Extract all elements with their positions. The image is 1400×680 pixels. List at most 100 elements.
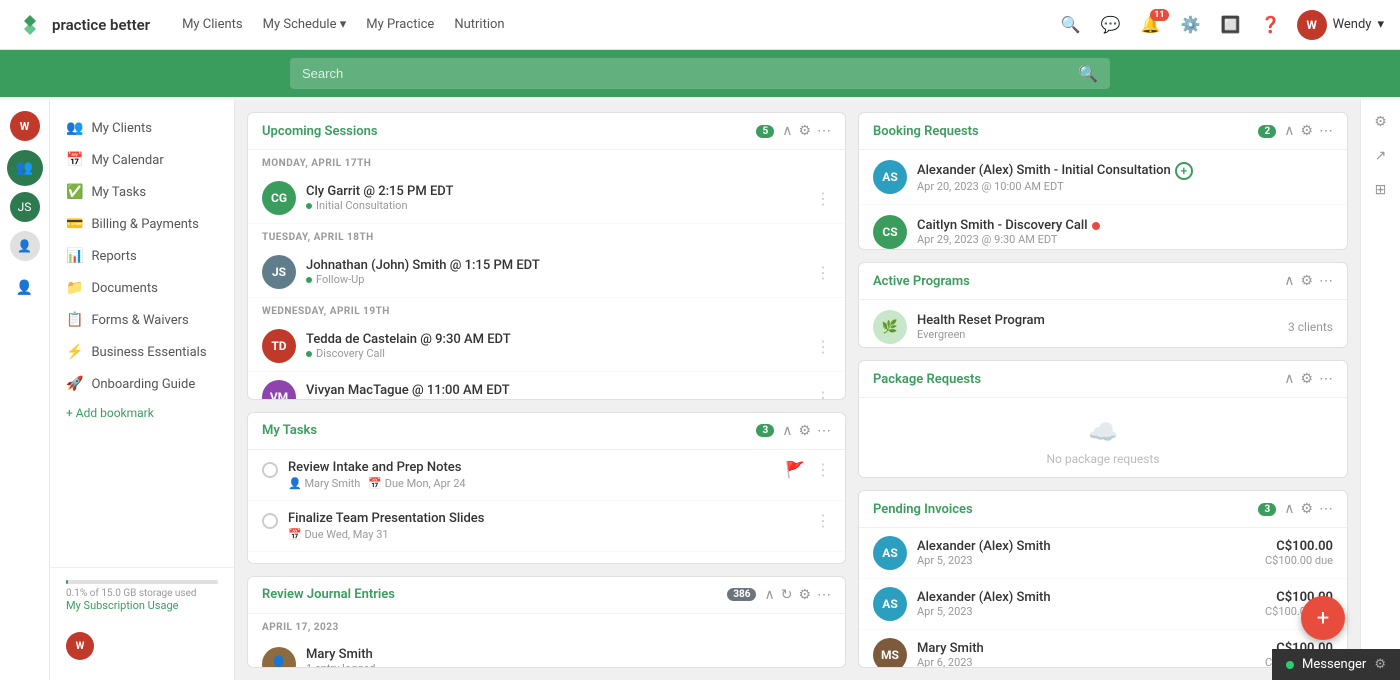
sidebar-item-my-tasks[interactable]: ✅ My Tasks <box>50 176 234 208</box>
task-flag-1[interactable]: 🚩 <box>785 460 805 479</box>
program-sub: Evergreen <box>917 328 1278 341</box>
booking-requests-count: 2 <box>1258 125 1276 138</box>
booking-info-as: Alexander (Alex) Smith - Initial Consult… <box>917 162 1333 193</box>
collapse-icon[interactable]: ∧ <box>782 123 792 139</box>
journal-count: 386 <box>727 588 756 601</box>
strip-calendar-icon[interactable]: JS <box>10 192 40 222</box>
invoice-1: AS Alexander (Alex) Smith Apr 5, 2023 C$… <box>859 528 1347 579</box>
right-share-icon[interactable]: ↗ <box>1371 144 1391 168</box>
package-empty-text: No package requests <box>1046 452 1159 466</box>
sidebar-item-onboarding[interactable]: 🚀 Onboarding Guide <box>50 368 234 400</box>
add-bookmark[interactable]: + Add bookmark <box>50 400 234 426</box>
search-input[interactable] <box>302 66 1078 81</box>
strip-clients-icon[interactable]: 👥 <box>7 150 43 186</box>
nav-my-schedule[interactable]: My Schedule ▾ <box>263 13 347 36</box>
invoices-collapse-icon[interactable]: ∧ <box>1284 501 1294 517</box>
sidebar-label-forms: Forms & Waivers <box>91 313 188 328</box>
package-collapse-icon[interactable]: ∧ <box>1284 371 1294 387</box>
settings-button[interactable]: ⚙️ <box>1177 11 1205 39</box>
my-clients-icon: 👥 <box>66 120 83 136</box>
package-more-icon[interactable]: ⋯ <box>1319 371 1333 387</box>
journal-settings-icon[interactable]: ⚙ <box>798 587 811 603</box>
session-avatar-cg: CG <box>262 181 296 215</box>
session-menu-js[interactable]: ⋮ <box>815 263 831 282</box>
session-dot-cg <box>306 203 312 209</box>
fab-add-button[interactable]: + <box>1301 596 1345 640</box>
task-checkbox-1[interactable] <box>262 462 278 478</box>
storage-bar <box>66 580 218 584</box>
messenger-settings-icon[interactable]: ⚙ <box>1374 657 1386 672</box>
sidebar-item-business[interactable]: ⚡ Business Essentials <box>50 336 234 368</box>
sidebar-item-my-clients[interactable]: 👥 My Clients <box>50 112 234 144</box>
search-button[interactable]: 🔍 <box>1057 11 1085 39</box>
booking-collapse-icon[interactable]: ∧ <box>1284 123 1294 139</box>
help-button[interactable]: ❓ <box>1257 11 1285 39</box>
journal-more-icon[interactable]: ⋯ <box>817 587 831 603</box>
package-empty-state: ☁️ No package requests <box>859 398 1347 478</box>
upcoming-sessions-actions: ∧ ⚙ ⋯ <box>782 123 831 139</box>
sidebar-item-billing[interactable]: 💳 Billing & Payments <box>50 208 234 240</box>
sidebar-label-my-tasks: My Tasks <box>91 185 146 200</box>
task-checkbox-2[interactable] <box>262 513 278 529</box>
package-settings-icon[interactable]: ⚙ <box>1300 371 1313 387</box>
booking-settings-icon[interactable]: ⚙ <box>1300 123 1313 139</box>
search-submit-icon[interactable]: 🔍 <box>1078 64 1098 83</box>
logo[interactable]: practice better <box>16 11 150 39</box>
task-menu-1[interactable]: ⋮ <box>815 460 831 479</box>
program-name: Health Reset Program <box>917 313 1278 328</box>
right-grid-icon[interactable]: ⊞ <box>1371 178 1391 202</box>
programs-settings-icon[interactable]: ⚙ <box>1300 273 1313 289</box>
cloud-icon: ☁️ <box>1088 418 1118 446</box>
active-programs-card: Active Programs ∧ ⚙ ⋯ 🌿 Health Reset Pro… <box>858 262 1348 348</box>
active-programs-header: Active Programs ∧ ⚙ ⋯ <box>859 263 1347 300</box>
subscription-link[interactable]: My Subscription Usage <box>66 599 218 612</box>
sidebar-user-footer: W <box>50 624 234 668</box>
sidebar-item-my-calendar[interactable]: 📅 My Calendar <box>50 144 234 176</box>
nav-nutrition[interactable]: Nutrition <box>454 13 504 36</box>
tasks-collapse-icon[interactable]: ∧ <box>782 423 792 439</box>
session-menu-cg[interactable]: ⋮ <box>815 189 831 208</box>
more-icon[interactable]: ⋯ <box>817 123 831 139</box>
journal-refresh-icon[interactable]: ↻ <box>781 587 793 603</box>
strip-more-icon[interactable]: 👤 <box>7 228 43 264</box>
session-menu-td[interactable]: ⋮ <box>815 337 831 356</box>
user-dropdown-icon: ▾ <box>1377 17 1384 32</box>
nav-my-practice[interactable]: My Practice <box>366 13 434 36</box>
settings-icon[interactable]: ⚙ <box>798 123 811 139</box>
nav-my-clients[interactable]: My Clients <box>182 13 243 36</box>
strip-extra-icon[interactable]: 👤 <box>7 270 43 306</box>
session-menu-vm[interactable]: ⋮ <box>815 388 831 400</box>
task-menu-2[interactable]: ⋮ <box>815 511 831 530</box>
task-name-2: Finalize Team Presentation Slides <box>288 511 805 526</box>
booking-info-cs: Caitlyn Smith - Discovery Call Apr 29, 2… <box>917 218 1333 246</box>
session-info-js: Johnathan (John) Smith @ 1:15 PM EDT Fol… <box>306 258 805 286</box>
strip-user-icon[interactable]: W <box>7 108 43 144</box>
tasks-settings-icon[interactable]: ⚙ <box>798 423 811 439</box>
messages-button[interactable]: 💬 <box>1097 11 1125 39</box>
invoices-settings-icon[interactable]: ⚙ <box>1300 501 1313 517</box>
sidebar-footer: 0.1% of 15.0 GB storage used My Subscrip… <box>50 567 234 624</box>
task-menu-3[interactable]: ⋮ <box>815 562 831 564</box>
booking-requests-card: Booking Requests 2 ∧ ⚙ ⋯ AS Alexander (A… <box>858 112 1348 250</box>
user-menu[interactable]: W Wendy ▾ <box>1297 10 1384 40</box>
search-input-container[interactable]: 🔍 <box>290 58 1110 89</box>
logo-icon <box>16 11 44 39</box>
session-name-cg: Cly Garrit @ 2:15 PM EDT <box>306 184 805 199</box>
right-settings-icon[interactable]: ⚙ <box>1370 110 1391 134</box>
journal-entry: 👤 Mary Smith 1 entry logged <box>248 637 845 668</box>
sidebar-item-forms[interactable]: 📋 Forms & Waivers <box>50 304 234 336</box>
journal-collapse-icon[interactable]: ∧ <box>764 587 774 603</box>
booking-more-icon[interactable]: ⋯ <box>1319 123 1333 139</box>
upcoming-sessions-card: Upcoming Sessions 5 ∧ ⚙ ⋯ MONDAY, APRIL … <box>247 112 846 400</box>
programs-more-icon[interactable]: ⋯ <box>1319 273 1333 289</box>
journal-actions: ∧ ↻ ⚙ ⋯ <box>764 587 831 603</box>
notifications-button[interactable]: 🔔 11 <box>1137 11 1165 39</box>
messenger-bar[interactable]: Messenger ⚙ <box>1272 649 1400 680</box>
invoices-more-icon[interactable]: ⋯ <box>1319 501 1333 517</box>
booking-plus-as[interactable]: + <box>1175 162 1193 180</box>
tasks-more-icon[interactable]: ⋯ <box>817 423 831 439</box>
sidebar-item-documents[interactable]: 📁 Documents <box>50 272 234 304</box>
apps-button[interactable]: 🔲 <box>1217 11 1245 39</box>
sidebar-item-reports[interactable]: 📊 Reports <box>50 240 234 272</box>
programs-collapse-icon[interactable]: ∧ <box>1284 273 1294 289</box>
